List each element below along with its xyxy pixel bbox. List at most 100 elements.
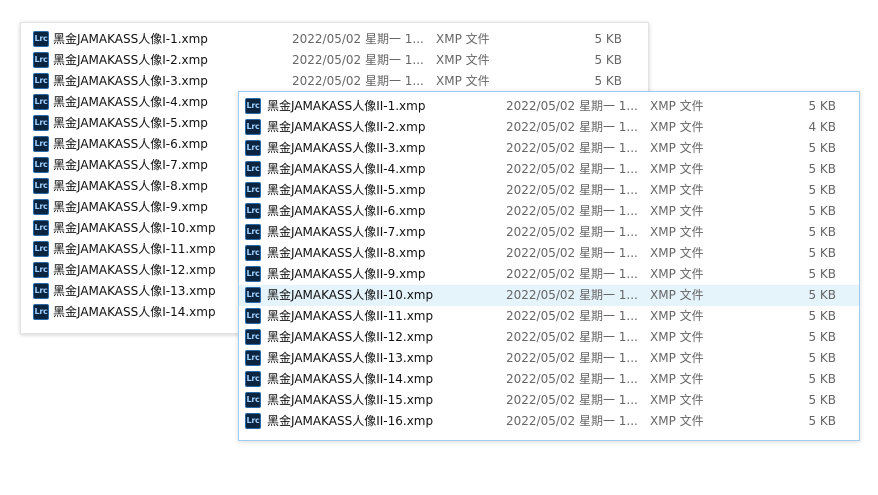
file-type: XMP 文件 xyxy=(650,246,704,260)
file-size: 5 KB xyxy=(808,246,836,260)
file-size: 5 KB xyxy=(808,288,836,302)
file-type: XMP 文件 xyxy=(650,141,704,155)
file-size: 5 KB xyxy=(808,393,836,407)
file-type: XMP 文件 xyxy=(650,267,704,281)
file-row[interactable]: Lrc 黑金JAMAKASS人像II-5.xmp 2022/05/02 星期一 1.… xyxy=(239,180,859,201)
lightroom-file-icon: Lrc xyxy=(33,157,49,173)
file-size: 5 KB xyxy=(594,74,622,88)
lightroom-file-icon: Lrc xyxy=(245,98,261,114)
file-modified-date: 2022/05/02 星期一 1... xyxy=(506,414,638,428)
file-name: 黑金JAMAKASS人像II-7.xmp xyxy=(267,225,426,239)
file-row[interactable]: Lrc 黑金JAMAKASS人像II-16.xmp 2022/05/02 星期一 1… xyxy=(239,411,859,432)
file-row[interactable]: Lrc 黑金JAMAKASS人像II-4.xmp 2022/05/02 星期一 1.… xyxy=(239,159,859,180)
file-size: 5 KB xyxy=(808,162,836,176)
lightroom-file-icon: Lrc xyxy=(33,31,49,47)
lightroom-file-icon: Lrc xyxy=(245,245,261,261)
file-name: 黑金JAMAKASS人像II-8.xmp xyxy=(267,246,426,260)
file-modified-date: 2022/05/02 星期一 1... xyxy=(506,288,638,302)
lightroom-file-icon: Lrc xyxy=(245,140,261,156)
file-modified-date: 2022/05/02 星期一 1... xyxy=(506,204,638,218)
file-row[interactable]: Lrc 黑金JAMAKASS人像II-2.xmp 2022/05/02 星期一 1.… xyxy=(239,117,859,138)
file-name: 黑金JAMAKASS人像I-13.xmp xyxy=(53,284,216,298)
file-row[interactable]: Lrc 黑金JAMAKASS人像I-3.xmp 2022/05/02 星期一 1..… xyxy=(21,71,648,92)
file-name: 黑金JAMAKASS人像I-6.xmp xyxy=(53,137,208,151)
file-modified-date: 2022/05/02 星期一 1... xyxy=(506,351,638,365)
file-name: 黑金JAMAKASS人像II-13.xmp xyxy=(267,351,434,365)
file-row[interactable]: Lrc 黑金JAMAKASS人像II-15.xmp 2022/05/02 星期一 1… xyxy=(239,390,859,411)
file-type: XMP 文件 xyxy=(650,372,704,386)
file-name: 黑金JAMAKASS人像I-12.xmp xyxy=(53,263,216,277)
file-row[interactable]: Lrc 黑金JAMAKASS人像II-10.xmp 2022/05/02 星期一 1… xyxy=(239,285,859,306)
lightroom-file-icon: Lrc xyxy=(33,136,49,152)
file-row[interactable]: Lrc 黑金JAMAKASS人像II-3.xmp 2022/05/02 星期一 1.… xyxy=(239,138,859,159)
file-name: 黑金JAMAKASS人像I-4.xmp xyxy=(53,95,208,109)
file-type: XMP 文件 xyxy=(650,393,704,407)
file-modified-date: 2022/05/02 星期一 1... xyxy=(506,141,638,155)
lightroom-file-icon: Lrc xyxy=(245,329,261,345)
file-row[interactable]: Lrc 黑金JAMAKASS人像II-6.xmp 2022/05/02 星期一 1.… xyxy=(239,201,859,222)
file-size: 4 KB xyxy=(808,120,836,134)
file-row[interactable]: Lrc 黑金JAMAKASS人像II-8.xmp 2022/05/02 星期一 1.… xyxy=(239,243,859,264)
file-type: XMP 文件 xyxy=(650,99,704,113)
file-row[interactable]: Lrc 黑金JAMAKASS人像II-1.xmp 2022/05/02 星期一 1.… xyxy=(239,96,859,117)
file-size: 5 KB xyxy=(808,204,836,218)
file-type: XMP 文件 xyxy=(436,74,490,88)
file-modified-date: 2022/05/02 星期一 1... xyxy=(506,225,638,239)
lightroom-file-icon: Lrc xyxy=(33,115,49,131)
file-name: 黑金JAMAKASS人像II-4.xmp xyxy=(267,162,426,176)
file-type: XMP 文件 xyxy=(650,183,704,197)
lightroom-file-icon: Lrc xyxy=(245,413,261,429)
lightroom-file-icon: Lrc xyxy=(33,94,49,110)
file-modified-date: 2022/05/02 星期一 1... xyxy=(506,372,638,386)
file-name: 黑金JAMAKASS人像I-1.xmp xyxy=(53,32,208,46)
file-modified-date: 2022/05/02 星期一 1... xyxy=(292,74,424,88)
file-type: XMP 文件 xyxy=(650,351,704,365)
file-type: XMP 文件 xyxy=(436,32,490,46)
file-name: 黑金JAMAKASS人像II-16.xmp xyxy=(267,414,434,428)
file-modified-date: 2022/05/02 星期一 1... xyxy=(506,267,638,281)
file-row[interactable]: Lrc 黑金JAMAKASS人像II-13.xmp 2022/05/02 星期一 1… xyxy=(239,348,859,369)
lightroom-file-icon: Lrc xyxy=(245,392,261,408)
file-modified-date: 2022/05/02 星期一 1... xyxy=(506,99,638,113)
file-row[interactable]: Lrc 黑金JAMAKASS人像I-1.xmp 2022/05/02 星期一 1..… xyxy=(21,29,648,50)
file-modified-date: 2022/05/02 星期一 1... xyxy=(506,393,638,407)
lightroom-file-icon: Lrc xyxy=(245,371,261,387)
lightroom-file-icon: Lrc xyxy=(33,262,49,278)
file-row[interactable]: Lrc 黑金JAMAKASS人像II-11.xmp 2022/05/02 星期一 1… xyxy=(239,306,859,327)
file-size: 5 KB xyxy=(808,309,836,323)
lightroom-file-icon: Lrc xyxy=(245,308,261,324)
file-name: 黑金JAMAKASS人像I-10.xmp xyxy=(53,221,216,235)
lightroom-file-icon: Lrc xyxy=(33,304,49,320)
file-row[interactable]: Lrc 黑金JAMAKASS人像II-12.xmp 2022/05/02 星期一 1… xyxy=(239,327,859,348)
file-name: 黑金JAMAKASS人像II-3.xmp xyxy=(267,141,426,155)
file-type: XMP 文件 xyxy=(650,225,704,239)
file-modified-date: 2022/05/02 星期一 1... xyxy=(506,309,638,323)
file-size: 5 KB xyxy=(808,414,836,428)
file-name: 黑金JAMAKASS人像I-5.xmp xyxy=(53,116,208,130)
file-size: 5 KB xyxy=(808,141,836,155)
file-type: XMP 文件 xyxy=(650,120,704,134)
file-name: 黑金JAMAKASS人像I-14.xmp xyxy=(53,305,216,319)
file-modified-date: 2022/05/02 星期一 1... xyxy=(506,120,638,134)
file-type: XMP 文件 xyxy=(436,53,490,67)
lightroom-file-icon: Lrc xyxy=(33,52,49,68)
file-row[interactable]: Lrc 黑金JAMAKASS人像II-7.xmp 2022/05/02 星期一 1.… xyxy=(239,222,859,243)
file-modified-date: 2022/05/02 星期一 1... xyxy=(292,32,424,46)
file-type: XMP 文件 xyxy=(650,330,704,344)
lightroom-file-icon: Lrc xyxy=(245,224,261,240)
file-row[interactable]: Lrc 黑金JAMAKASS人像II-14.xmp 2022/05/02 星期一 1… xyxy=(239,369,859,390)
file-row[interactable]: Lrc 黑金JAMAKASS人像I-2.xmp 2022/05/02 星期一 1..… xyxy=(21,50,648,71)
file-modified-date: 2022/05/02 星期一 1... xyxy=(506,246,638,260)
file-name: 黑金JAMAKASS人像II-9.xmp xyxy=(267,267,426,281)
file-name: 黑金JAMAKASS人像II-14.xmp xyxy=(267,372,434,386)
file-type: XMP 文件 xyxy=(650,309,704,323)
file-modified-date: 2022/05/02 星期一 1... xyxy=(506,183,638,197)
file-name: 黑金JAMAKASS人像I-2.xmp xyxy=(53,53,208,67)
file-modified-date: 2022/05/02 星期一 1... xyxy=(292,53,424,67)
file-modified-date: 2022/05/02 星期一 1... xyxy=(506,330,638,344)
file-name: 黑金JAMAKASS人像I-8.xmp xyxy=(53,179,208,193)
file-name: 黑金JAMAKASS人像I-9.xmp xyxy=(53,200,208,214)
file-size: 5 KB xyxy=(808,372,836,386)
file-name: 黑金JAMAKASS人像II-1.xmp xyxy=(267,99,426,113)
file-row[interactable]: Lrc 黑金JAMAKASS人像II-9.xmp 2022/05/02 星期一 1.… xyxy=(239,264,859,285)
